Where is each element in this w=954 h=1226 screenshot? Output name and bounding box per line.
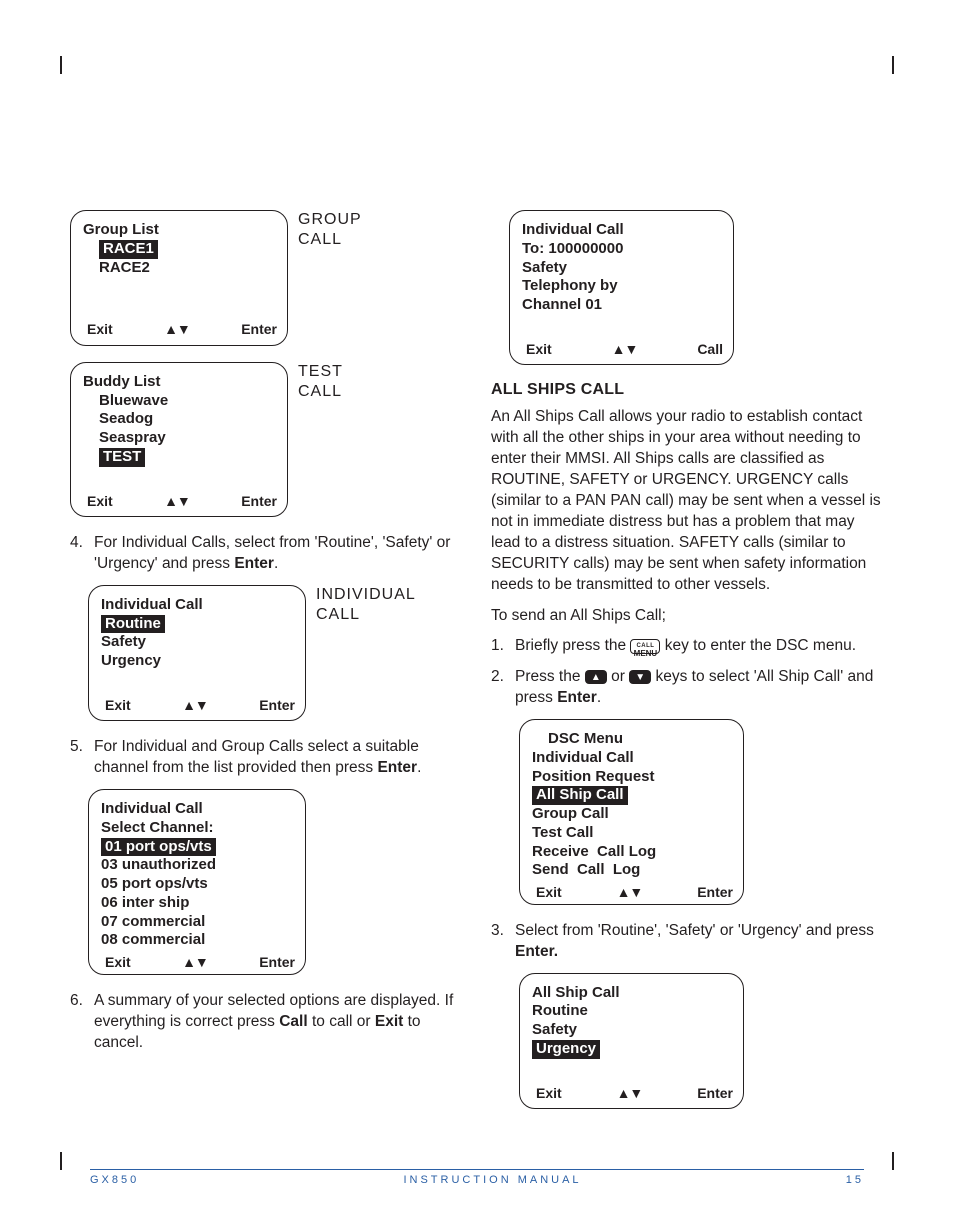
lcd-title: Group List bbox=[83, 221, 159, 240]
body-paragraph: An All Ships Call allows your radio to e… bbox=[491, 407, 884, 595]
lcd-line: To: 100000000 bbox=[522, 240, 623, 259]
step-text: Select from 'Routine', 'Safety' or 'Urge… bbox=[515, 921, 884, 963]
lcd-line: Channel 01 bbox=[522, 296, 602, 315]
lcd-item: 03 unauthorized bbox=[101, 856, 216, 875]
softkey-exit: Exit bbox=[526, 341, 552, 359]
lcd-subtitle: Select Channel: bbox=[101, 819, 214, 838]
lcd-item: Group Call bbox=[532, 805, 609, 824]
lcd-item: RACE1 bbox=[99, 240, 158, 259]
lcd-item: Send Call Log bbox=[532, 861, 640, 880]
body-lead: To send an All Ships Call; bbox=[491, 606, 884, 627]
step-number: 1. bbox=[491, 636, 509, 657]
step-number: 5. bbox=[70, 737, 88, 779]
softkey-arrows: ▲▼ bbox=[182, 954, 208, 972]
lcd-call-summary: Individual Call To: 100000000 Safety Tel… bbox=[509, 210, 734, 365]
softkey-enter: Enter bbox=[697, 1085, 733, 1103]
lcd-line: Individual Call bbox=[522, 221, 624, 240]
softkey-exit: Exit bbox=[105, 697, 131, 715]
lcd-item: Urgency bbox=[101, 652, 161, 671]
step-number: 4. bbox=[70, 533, 88, 575]
softkey-enter: Enter bbox=[241, 493, 277, 511]
section-heading: ALL SHIPS CALL bbox=[491, 381, 884, 399]
softkey-exit: Exit bbox=[87, 321, 113, 339]
softkey-arrows: ▲▼ bbox=[612, 341, 638, 359]
softkey-enter: Enter bbox=[259, 697, 295, 715]
lcd-item: 08 commercial bbox=[101, 931, 205, 950]
lcd-title: Buddy List bbox=[83, 373, 161, 392]
softkey-enter: Enter bbox=[259, 954, 295, 972]
lcd-all-ship-priority: All Ship Call Routine Safety Urgency Exi… bbox=[519, 973, 744, 1110]
side-label: INDIVIDUAL CALL bbox=[316, 585, 416, 625]
lcd-item: RACE2 bbox=[99, 259, 150, 278]
step-text: For Individual Calls, select from 'Routi… bbox=[94, 533, 463, 575]
lcd-title: DSC Menu bbox=[548, 730, 623, 749]
lcd-group-list: Group List RACE1 RACE2 Exit ▲▼ Enter bbox=[70, 210, 288, 346]
lcd-item: Safety bbox=[532, 1021, 577, 1040]
lcd-individual-call-priority: Individual Call Routine Safety Urgency E… bbox=[88, 585, 306, 722]
softkey-arrows: ▲▼ bbox=[164, 493, 190, 511]
footer-page: 15 bbox=[846, 1174, 864, 1186]
softkey-arrows: ▲▼ bbox=[182, 697, 208, 715]
softkey-exit: Exit bbox=[87, 493, 113, 511]
lcd-item: Safety bbox=[101, 633, 146, 652]
lcd-item: Position Request bbox=[532, 768, 655, 787]
softkey-exit: Exit bbox=[536, 1085, 562, 1103]
lcd-title: All Ship Call bbox=[532, 984, 620, 1003]
step-number: 3. bbox=[491, 921, 509, 963]
step-text: For Individual and Group Calls select a … bbox=[94, 737, 463, 779]
lcd-item: 01 port ops/vts bbox=[101, 838, 216, 857]
lcd-item: TEST bbox=[99, 448, 145, 467]
softkey-enter: Enter bbox=[241, 321, 277, 339]
up-key-icon: ▲ bbox=[585, 670, 607, 684]
lcd-line: Telephony by bbox=[522, 277, 618, 296]
page-footer: GX850 INSTRUCTION MANUAL 15 bbox=[90, 1169, 864, 1186]
lcd-item: All Ship Call bbox=[532, 786, 628, 805]
step-number: 2. bbox=[491, 667, 509, 709]
footer-model: GX850 bbox=[90, 1174, 139, 1186]
softkey-arrows: ▲▼ bbox=[617, 884, 643, 902]
lcd-item: Seaspray bbox=[99, 429, 166, 448]
footer-title: INSTRUCTION MANUAL bbox=[403, 1174, 581, 1186]
side-label: GROUP CALL bbox=[298, 210, 362, 250]
step-text: A summary of your selected options are d… bbox=[94, 991, 463, 1054]
softkey-call: Call bbox=[697, 341, 723, 359]
softkey-arrows: ▲▼ bbox=[164, 321, 190, 339]
lcd-item: Routine bbox=[532, 1002, 588, 1021]
call-menu-key-icon: CALLMENU bbox=[630, 639, 660, 654]
lcd-buddy-list: Buddy List Bluewave Seadog Seaspray TEST… bbox=[70, 362, 288, 517]
lcd-item: Urgency bbox=[532, 1040, 600, 1059]
lcd-item: Seadog bbox=[99, 410, 153, 429]
lcd-item: Individual Call bbox=[532, 749, 634, 768]
step-text: Press the ▲ or ▼ keys to select 'All Shi… bbox=[515, 667, 884, 709]
lcd-dsc-menu: DSC Menu Individual Call Position Reques… bbox=[519, 719, 744, 905]
softkey-exit: Exit bbox=[536, 884, 562, 902]
softkey-arrows: ▲▼ bbox=[617, 1085, 643, 1103]
lcd-item: Receive Call Log bbox=[532, 843, 656, 862]
softkey-exit: Exit bbox=[105, 954, 131, 972]
lcd-select-channel: Individual Call Select Channel: 01 port … bbox=[88, 789, 306, 975]
lcd-title: Individual Call bbox=[101, 596, 203, 615]
softkey-enter: Enter bbox=[697, 884, 733, 902]
side-label: TEST CALL bbox=[298, 362, 343, 402]
lcd-item: Bluewave bbox=[99, 392, 168, 411]
lcd-item: Test Call bbox=[532, 824, 593, 843]
lcd-item: 06 inter ship bbox=[101, 894, 189, 913]
lcd-item: 05 port ops/vts bbox=[101, 875, 208, 894]
down-key-icon: ▼ bbox=[629, 670, 651, 684]
lcd-title: Individual Call bbox=[101, 800, 203, 819]
lcd-item: 07 commercial bbox=[101, 913, 205, 932]
lcd-item: Routine bbox=[101, 615, 165, 634]
step-text: Briefly press the CALLMENU key to enter … bbox=[515, 636, 856, 657]
step-number: 6. bbox=[70, 991, 88, 1054]
lcd-line: Safety bbox=[522, 259, 567, 278]
